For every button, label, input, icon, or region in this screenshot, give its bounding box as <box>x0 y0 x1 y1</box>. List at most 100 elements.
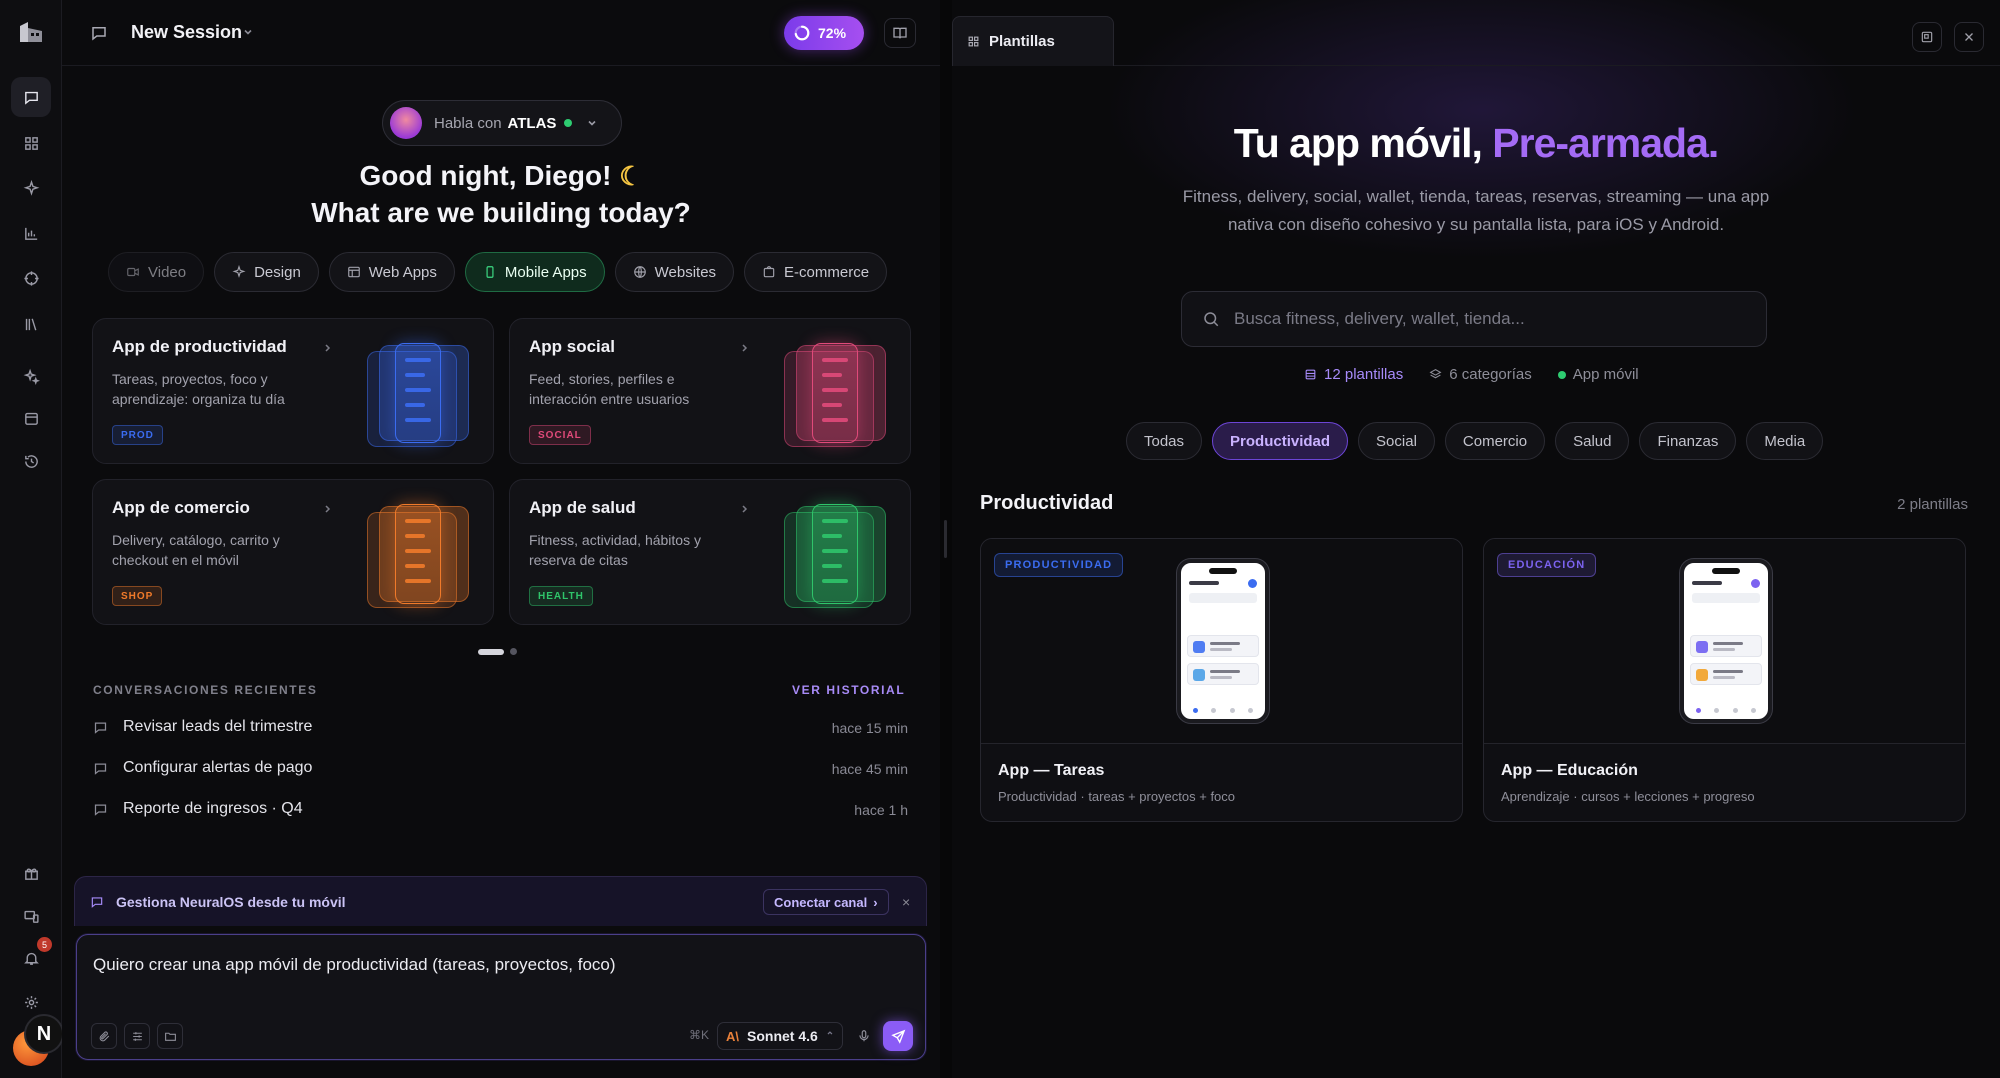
history-nav-icon[interactable] <box>11 441 51 481</box>
tab-e-commerce[interactable]: E-commerce <box>744 252 888 292</box>
status-dot <box>1557 370 1566 379</box>
target-nav-icon[interactable] <box>11 258 51 298</box>
stat-categories: 6 categorías <box>1429 366 1532 383</box>
magic-nav-icon[interactable] <box>11 356 51 396</box>
tab-mobile-apps[interactable]: Mobile Apps <box>464 252 605 292</box>
chevron-right-icon <box>325 344 331 352</box>
template-description: Aprendizaje · cursos + lecciones + progr… <box>1501 789 1755 804</box>
context-usage-pill[interactable]: 72% <box>784 16 864 50</box>
app-logo-icon <box>20 22 42 42</box>
filter-social[interactable]: Social <box>1358 422 1435 460</box>
devices-nav-icon[interactable] <box>11 896 51 936</box>
template-card-health[interactable]: App de salud Fitness, actividad, hábitos… <box>509 479 911 625</box>
video-icon <box>127 267 139 277</box>
close-panel-button[interactable] <box>1954 22 1984 52</box>
session-title[interactable]: New Session <box>131 22 242 43</box>
mobile-connect-banner: Gestiona NeuralOS desde tu móvil Conecta… <box>74 876 927 926</box>
greeting-line-1: Good night, Diego! ☾ <box>62 160 940 192</box>
layers-icon <box>1429 369 1442 379</box>
tab-websites[interactable]: Websites <box>614 252 735 292</box>
tab-label: Video <box>148 263 187 281</box>
filter-salud[interactable]: Salud <box>1555 422 1630 460</box>
template-search[interactable] <box>1181 291 1767 347</box>
tab-web-apps[interactable]: Web Apps <box>328 252 455 292</box>
library-nav-icon[interactable] <box>11 304 51 344</box>
folder-button[interactable] <box>157 1023 183 1049</box>
composer-input[interactable]: Quiero crear una app móvil de productivi… <box>93 955 616 975</box>
tab-label: Web Apps <box>368 263 437 281</box>
globe-icon <box>633 266 646 278</box>
recent-conversation[interactable]: Revisar leads del trimestre hace 15 min <box>93 715 908 741</box>
template-stats: 12 plantillas 6 categorías App móvil <box>1304 366 1639 383</box>
phone-stack-illustration <box>778 498 888 608</box>
phone-stack-illustration <box>778 337 888 447</box>
tab-video[interactable]: Video <box>108 252 205 292</box>
sliders-icon <box>132 1031 142 1041</box>
recent-conversation[interactable]: Reporte de ingresos · Q4 hace 1 h <box>93 797 908 823</box>
card-description: Delivery, catálogo, carrito y checkout e… <box>112 532 280 568</box>
templates-pane: Plantillas Tu app móvil, Pre-armada. Fit… <box>952 0 2000 1078</box>
filter-todas[interactable]: Todas <box>1126 422 1203 460</box>
tab-label: Design <box>254 263 301 281</box>
chevron-down-icon[interactable] <box>242 26 254 38</box>
attach-button[interactable] <box>91 1023 117 1049</box>
options-button[interactable] <box>124 1023 150 1049</box>
template-card-social[interactable]: App social Feed, stories, perfiles e int… <box>509 318 911 464</box>
banner-text: Gestiona NeuralOS desde tu móvil <box>116 894 346 910</box>
phone-screen-line <box>822 549 848 553</box>
phone-screen-line <box>405 534 425 538</box>
connect-channel-button[interactable]: Conectar canal › <box>763 889 889 915</box>
calendar-nav-icon[interactable] <box>11 398 51 438</box>
user-initial-badge[interactable]: N <box>24 1014 64 1054</box>
expand-button[interactable] <box>1912 22 1942 52</box>
filter-productividad[interactable]: Productividad <box>1212 422 1349 460</box>
phone-screen-line <box>822 373 842 377</box>
template-tile-tareas[interactable]: PRODUCTIVIDAD App — Tareas Productividad… <box>980 538 1463 822</box>
tab-plantillas[interactable]: Plantillas <box>952 16 1114 66</box>
session-topbar: New Session 72% <box>62 0 940 66</box>
message-composer[interactable]: Quiero crear una app móvil de productivi… <box>76 934 926 1060</box>
chat-nav-icon[interactable] <box>11 77 51 117</box>
model-name: Sonnet 4.6 <box>747 1028 818 1044</box>
template-card-commerce[interactable]: App de comercio Delivery, catálogo, carr… <box>92 479 494 625</box>
carousel-dot[interactable] <box>510 648 517 655</box>
card-title: App de salud <box>529 498 636 517</box>
chevron-right-icon <box>742 505 748 513</box>
template-name: App — Tareas <box>998 762 1105 779</box>
tab-design[interactable]: Design <box>214 252 319 292</box>
agent-selector[interactable]: Habla con ATLAS <box>382 100 622 146</box>
filter-comercio[interactable]: Comercio <box>1444 422 1546 460</box>
hero-title-accent: Pre-armada. <box>1492 120 1719 166</box>
filter-media[interactable]: Media <box>1746 422 1824 460</box>
mic-button[interactable] <box>851 1023 877 1049</box>
stat-label: 6 categorías <box>1449 366 1532 383</box>
send-button[interactable] <box>883 1021 913 1051</box>
close-banner-button[interactable]: × <box>902 894 910 910</box>
hero-title-main: Tu app móvil, <box>1233 120 1493 166</box>
gift-nav-icon[interactable] <box>11 853 51 893</box>
template-card-productivity[interactable]: App de productividad Tareas, proyectos, … <box>92 318 494 464</box>
sparkle-nav-icon[interactable] <box>11 168 51 208</box>
phone-screen-line <box>822 418 848 422</box>
book-button[interactable] <box>884 18 916 48</box>
phone-screen-line <box>822 579 848 583</box>
hero-subtitle: Fitness, delivery, social, wallet, tiend… <box>1182 187 1770 234</box>
mic-icon <box>859 1030 869 1042</box>
view-history-link[interactable]: VER HISTORIAL <box>792 683 905 697</box>
send-icon <box>890 1029 905 1044</box>
tab-label: Websites <box>654 263 717 281</box>
filter-finanzas[interactable]: Finanzas <box>1639 422 1737 460</box>
greeting-line-2: What are we building today? <box>311 197 691 228</box>
carousel-dot-active[interactable] <box>478 648 504 655</box>
grid-icon <box>968 36 979 47</box>
model-selector[interactable]: A\ Sonnet 4.6 ⌃ <box>717 1022 843 1050</box>
recent-conversation[interactable]: Configurar alertas de pago hace 45 min <box>93 756 908 782</box>
chart-nav-icon[interactable] <box>11 213 51 253</box>
chevron-right-icon <box>325 505 331 513</box>
resize-handle[interactable] <box>944 520 947 558</box>
template-tile-educacion[interactable]: EDUCACIÓN App — Educación Aprendizaje · … <box>1483 538 1966 822</box>
pane-divider[interactable] <box>940 0 952 1078</box>
carousel-pagination <box>478 648 517 655</box>
grid-nav-icon[interactable] <box>11 123 51 163</box>
search-input[interactable] <box>1234 309 1734 329</box>
